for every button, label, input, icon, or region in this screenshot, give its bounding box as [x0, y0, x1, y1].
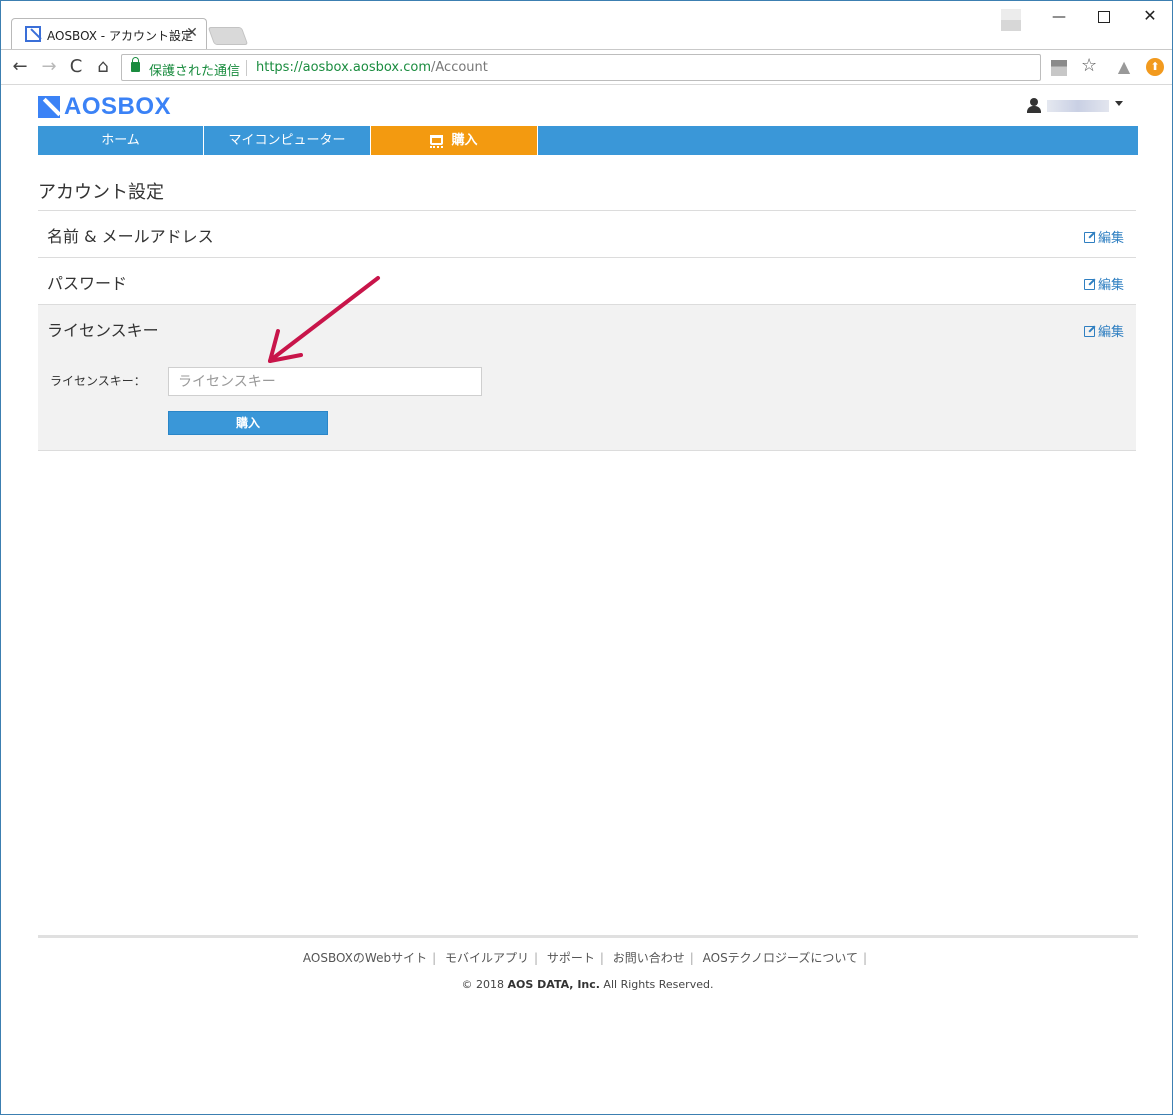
extension-icon[interactable]: [1051, 60, 1067, 76]
url-text: https://aosbox.aosbox.com/Account: [256, 60, 488, 75]
address-bar[interactable]: 保護された通信 https://aosbox.aosbox.com/Accoun…: [121, 54, 1041, 81]
license-key-input[interactable]: [168, 367, 482, 396]
section-title: ライセンスキー: [47, 321, 159, 340]
minimize-button[interactable]: —: [1051, 9, 1067, 25]
footer-divider: [38, 935, 1138, 938]
address-separator: [246, 60, 247, 76]
edit-license-link[interactable]: 編集: [1083, 321, 1124, 340]
url-path: /Account: [431, 60, 488, 75]
aosbox-favicon-icon: [25, 26, 41, 42]
footer-separator: |: [432, 951, 437, 965]
user-menu[interactable]: [1027, 96, 1127, 116]
nav-buy-label: 購入: [451, 133, 478, 148]
edit-label: 編集: [1097, 278, 1124, 293]
copyright: © 2018 AOS DATA, Inc. All Rights Reserve…: [1, 978, 1173, 991]
browser-window: AOSBOX - アカウント設定 ✕ — ✕ ← → C ⌂ 保護された通信 h…: [0, 0, 1173, 1115]
footer-link-about[interactable]: AOSテクノロジーズについて: [703, 951, 858, 965]
footer-separator: |: [533, 951, 539, 965]
forward-arrow-icon[interactable]: →: [38, 56, 60, 78]
edit-icon: [1083, 232, 1095, 243]
new-tab-button[interactable]: [207, 27, 249, 45]
footer-separator: |: [689, 951, 694, 965]
footer-separator: |: [599, 951, 604, 965]
license-key-label: ライセンスキー：: [50, 374, 146, 388]
tab-close-icon[interactable]: ✕: [185, 25, 199, 41]
drive-icon[interactable]: ▲: [1115, 58, 1133, 76]
footer-links: AOSBOXのWebサイト | モバイルアプリ | サポート | お問い合わせ | AO…: [1, 949, 1173, 966]
home-icon[interactable]: ⌂: [92, 56, 114, 78]
user-icon: [1027, 98, 1041, 113]
edit-icon: [1083, 279, 1095, 290]
reload-icon[interactable]: C: [65, 56, 87, 78]
copyright-prefix: © 2018: [461, 978, 508, 991]
annotation-arrow-icon: [268, 276, 380, 363]
lock-icon: [131, 57, 140, 72]
user-name-redacted: [1047, 100, 1109, 112]
main-nav: ホーム マイコンピューター 購入: [38, 126, 1138, 155]
footer-separator: |: [863, 951, 868, 965]
edit-name-link[interactable]: 編集: [1083, 227, 1124, 246]
update-icon[interactable]: ⬆: [1146, 58, 1164, 76]
caret-down-icon: [1115, 101, 1123, 106]
section-license-key: ライセンスキー 編集 ライセンスキー： 購入: [38, 304, 1136, 451]
footer-link-website[interactable]: AOSBOXのWebサイト: [303, 951, 427, 965]
footer-link-contact[interactable]: お問い合わせ: [613, 951, 685, 965]
nav-item-mycomputer[interactable]: マイコンピューター: [204, 126, 371, 155]
tab-title: AOSBOX - アカウント設定: [47, 29, 193, 43]
copyright-company: AOS DATA, Inc.: [507, 978, 600, 991]
aosbox-logo-icon: [38, 96, 60, 118]
edit-icon: [1083, 326, 1095, 337]
section-title: 名前 & メールアドレス: [47, 227, 214, 246]
logo-text: AOSBOX: [64, 93, 172, 120]
nav-item-home[interactable]: ホーム: [38, 126, 204, 155]
bookmark-star-icon[interactable]: ☆: [1081, 55, 1097, 76]
buy-button[interactable]: 購入: [168, 411, 328, 435]
cart-icon: [430, 135, 444, 148]
edit-password-link[interactable]: 編集: [1083, 274, 1124, 293]
edit-label: 編集: [1097, 231, 1124, 246]
nav-item-buy[interactable]: 購入: [371, 126, 538, 155]
close-window-button[interactable]: ✕: [1142, 6, 1158, 25]
maximize-button[interactable]: [1098, 11, 1110, 23]
footer-link-support[interactable]: サポート: [547, 951, 595, 965]
footer-link-mobile[interactable]: モバイルアプリ: [445, 951, 529, 965]
copyright-suffix: All Rights Reserved.: [599, 978, 714, 991]
section-password: パスワード 編集: [38, 257, 1136, 304]
url-host: https://aosbox.aosbox.com: [256, 60, 432, 75]
secure-label: 保護された通信: [149, 64, 241, 79]
browser-toolbar: ← → C ⌂ 保護された通信 https://aosbox.aosbox.co…: [1, 49, 1172, 85]
section-title: パスワード: [47, 274, 128, 293]
edit-label: 編集: [1097, 325, 1124, 340]
section-name-email: 名前 & メールアドレス 編集: [38, 210, 1136, 257]
page-title: アカウント設定: [38, 182, 164, 203]
back-arrow-icon[interactable]: ←: [9, 56, 31, 78]
title-bar: AOSBOX - アカウント設定 ✕ — ✕: [1, 1, 1172, 49]
profile-icon[interactable]: [1001, 9, 1021, 31]
